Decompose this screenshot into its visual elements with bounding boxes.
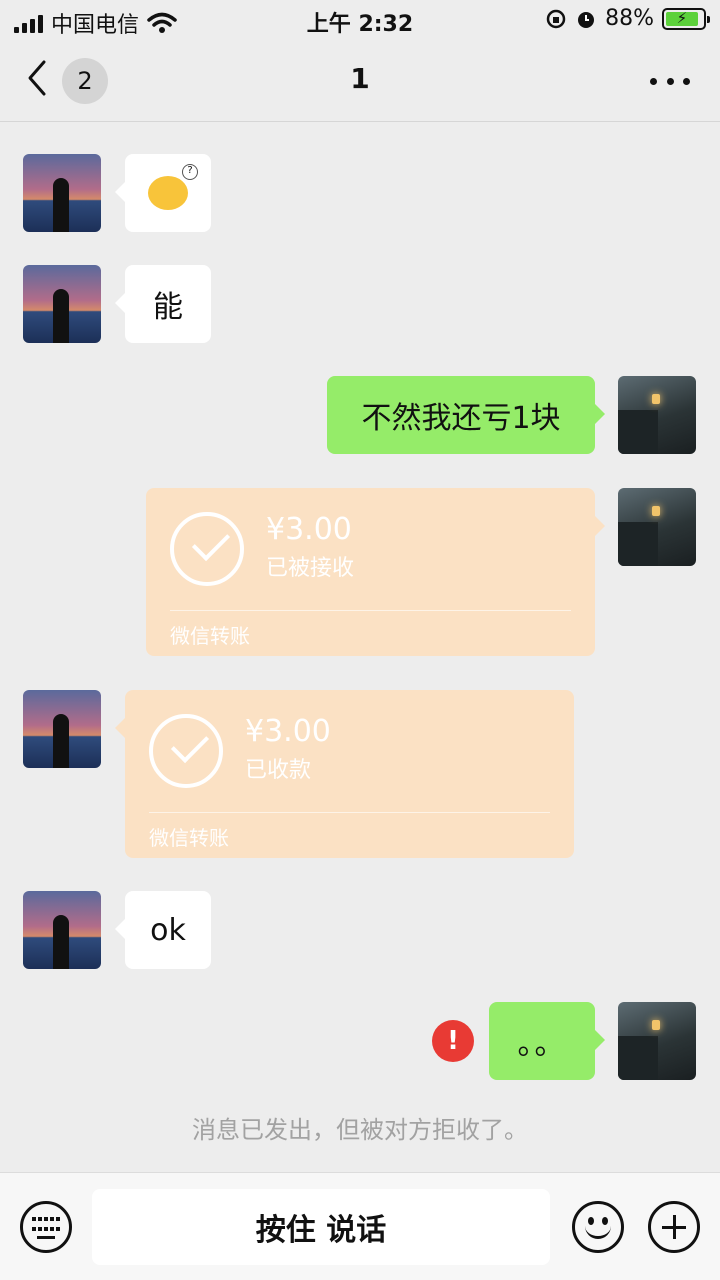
transfer-card[interactable]: ¥3.00 已被接收 微信转账 [146,488,605,656]
status-right: 88% ⚡ [545,6,710,31]
transfer-amount: ¥3.00 [245,714,331,749]
divider [149,812,550,813]
hold-to-talk-button[interactable]: 按住 说话 [92,1189,550,1265]
transfer-footer: 微信转账 [170,624,250,648]
orientation-lock-icon [546,9,566,28]
keyboard-icon [32,1217,60,1235]
send-failed-icon[interactable]: ! [432,1020,474,1062]
more-actions-plus-button[interactable] [648,1201,700,1253]
chat-title: 1 [350,62,370,95]
my-avatar[interactable] [618,376,696,454]
message-bubble-text[interactable]: 能 [115,265,211,343]
transfer-footer: 微信转账 [149,826,229,850]
contact-avatar[interactable] [23,690,101,768]
dot-icon [683,77,690,85]
charging-bolt-icon: ⚡ [676,8,688,27]
message-bubble-text[interactable]: ok [115,891,211,969]
chat-header: 2 1 [0,40,720,122]
keyboard-toggle-button[interactable] [20,1201,72,1253]
my-avatar[interactable] [618,1002,696,1080]
status-bar: 中国电信 上午 2:32 88% ⚡ [0,0,720,40]
transfer-amount: ¥3.00 [266,512,352,547]
contact-avatar[interactable] [23,265,101,343]
battery-fill: ⚡ [666,8,698,27]
input-bar: 按住 说话 [0,1172,720,1280]
more-options-button[interactable] [650,64,690,98]
dot-icon [666,77,674,85]
contact-avatar[interactable] [23,891,101,969]
battery-percent: 88% [605,6,654,31]
check-circle-icon [149,714,223,788]
contact-avatar[interactable] [23,154,101,232]
divider [170,610,571,611]
my-avatar[interactable] [618,488,696,566]
message-bubble-text[interactable]: 不然我还亏1块 [327,376,605,454]
check-circle-icon [170,512,244,586]
thinking-face-emoji-icon [148,164,198,210]
message-bubble-emoji[interactable] [115,154,211,232]
system-message: 消息已发出，但被对方拒收了。 [192,1116,528,1144]
battery-icon: ⚡ [662,7,710,30]
emoji-button[interactable] [572,1201,624,1253]
dot-icon [650,77,657,85]
transfer-status: 已被接收 [266,556,355,581]
alarm-icon [578,11,595,28]
transfer-card[interactable]: ¥3.00 已收款 微信转账 [115,690,574,858]
message-bubble-text[interactable]: 。。 [489,1002,605,1080]
transfer-status: 已收款 [245,758,312,783]
